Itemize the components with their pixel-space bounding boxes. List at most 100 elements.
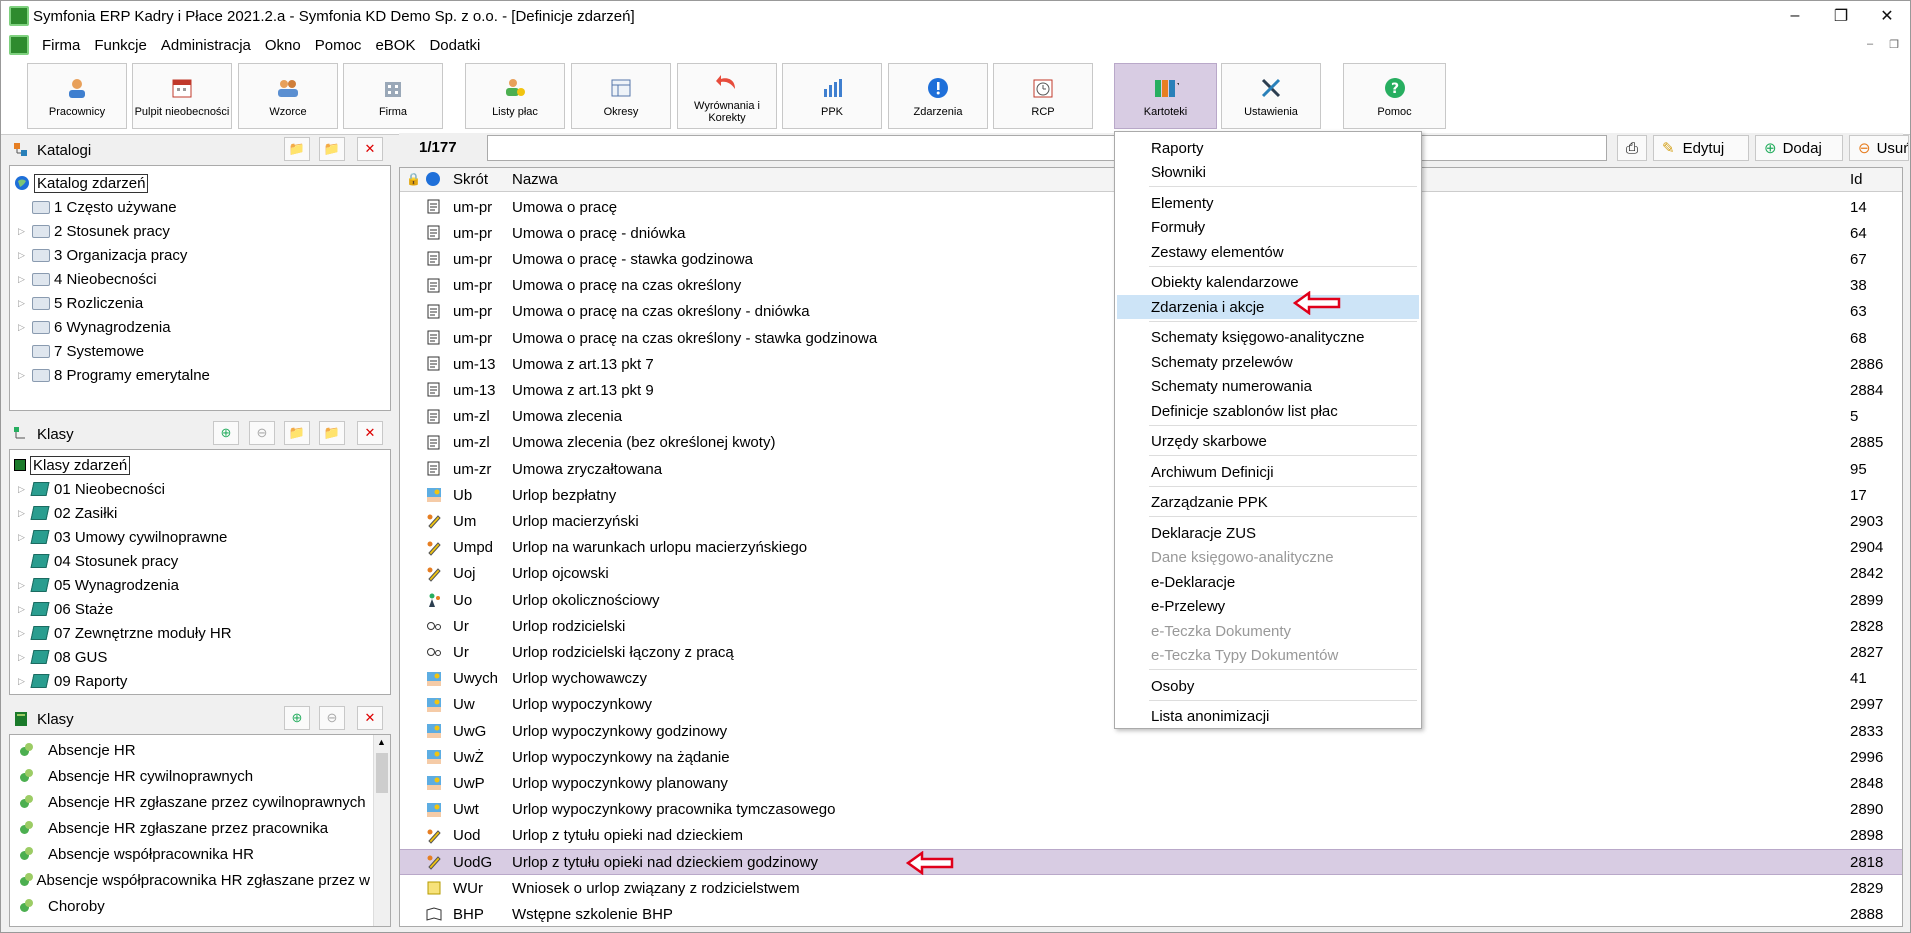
expand-icon[interactable]: ▷ bbox=[18, 580, 28, 591]
expand-icon[interactable]: ▷ bbox=[18, 676, 28, 687]
expand-icon[interactable]: ▷ bbox=[18, 250, 28, 261]
expand-icon[interactable]: ▷ bbox=[18, 532, 28, 543]
mdi-restore-icon[interactable]: ❐ bbox=[1884, 35, 1904, 53]
toolbar-button-wzorce[interactable]: Wzorce bbox=[238, 63, 338, 129]
catalog-item[interactable]: ▷ 4 Nieobecności bbox=[18, 268, 157, 290]
remove-class2-button[interactable]: ⊖ bbox=[319, 706, 345, 730]
dropdown-item[interactable]: Lista anonimizacji bbox=[1117, 705, 1419, 729]
catalog-item[interactable]: ▷ 2 Stosunek pracy bbox=[18, 220, 170, 242]
classes-root[interactable]: Klasy zdarzeń bbox=[14, 454, 131, 476]
catalog-item[interactable]: 7 Systemowe bbox=[18, 340, 144, 362]
dropdown-item[interactable]: e-Przelewy bbox=[1117, 595, 1419, 619]
dropdown-item[interactable]: Słowniki bbox=[1117, 161, 1419, 185]
class-list-item[interactable]: Absencje współpracownika HR zgłaszane pr… bbox=[20, 869, 370, 891]
delete-class2-button[interactable]: ✕ bbox=[357, 706, 383, 730]
expand-icon[interactable]: ▷ bbox=[18, 604, 28, 615]
toolbar-button-pracownicy[interactable]: Pracownicy bbox=[27, 63, 127, 129]
dropdown-item[interactable]: Archiwum Definicji bbox=[1117, 460, 1419, 484]
expand-icon[interactable]: ▷ bbox=[18, 484, 28, 495]
add-class-button[interactable]: ⊕ bbox=[213, 421, 239, 445]
catalog-root[interactable]: Katalog zdarzeń bbox=[14, 172, 149, 194]
minimize-icon[interactable]: – bbox=[1772, 1, 1818, 31]
edit-folder-button[interactable]: 📁 bbox=[319, 137, 345, 161]
expand-icon[interactable]: ▷ bbox=[18, 298, 28, 309]
dropdown-item[interactable]: Obiekty kalendarzowe bbox=[1117, 271, 1419, 295]
search-input[interactable] bbox=[487, 135, 1607, 161]
expand-icon[interactable]: ▷ bbox=[18, 508, 28, 519]
table-row[interactable]: UwŻ Urlop wypoczynkowy na żądanie 2996 bbox=[400, 744, 1902, 770]
edit-class-folder-button[interactable]: 📁 bbox=[319, 421, 345, 445]
menu-pomoc[interactable]: Pomoc bbox=[308, 37, 369, 54]
add-button[interactable]: ⊕ Dodaj bbox=[1755, 135, 1843, 161]
table-row[interactable]: Uod Urlop z tytułu opieki nad dzieckiem 28… bbox=[400, 823, 1902, 849]
scroll-up-icon[interactable]: ▲ bbox=[377, 737, 386, 747]
class-item[interactable]: ▷ 09 Raporty bbox=[18, 670, 127, 692]
dropdown-item[interactable]: Schematy numerowania bbox=[1117, 375, 1419, 399]
table-row[interactable]: BHP Wstępne szkolenie BHP 2888 bbox=[400, 901, 1902, 926]
dropdown-item[interactable]: Urzędy skarbowe bbox=[1117, 430, 1419, 454]
class-list-item[interactable]: Absencje HR cywilnoprawnych bbox=[20, 765, 370, 787]
catalog-item[interactable]: 1 Często używane bbox=[18, 196, 177, 218]
toolbar-button-ppk[interactable]: PPK bbox=[782, 63, 882, 129]
add-class2-button[interactable]: ⊕ bbox=[284, 706, 310, 730]
remove-button[interactable]: ⊖ Usuń bbox=[1849, 135, 1909, 161]
menu-ebok[interactable]: eBOK bbox=[368, 37, 422, 54]
dropdown-item[interactable]: Zarządzanie PPK bbox=[1117, 491, 1419, 515]
add-folder-button[interactable]: 📁 bbox=[284, 137, 310, 161]
table-row[interactable]: UodG Urlop z tytułu opieki nad dzieckiem … bbox=[400, 849, 1902, 875]
dropdown-item[interactable]: Raporty bbox=[1117, 136, 1419, 160]
toolbar-button-wyrownania[interactable]: Wyrównania i Korekty bbox=[677, 63, 777, 129]
dropdown-item[interactable]: Formuły bbox=[1117, 216, 1419, 240]
class-list-item[interactable]: Choroby bbox=[20, 895, 370, 917]
dropdown-item[interactable]: Deklaracje ZUS bbox=[1117, 521, 1419, 545]
dropdown-item[interactable]: Zestawy elementów bbox=[1117, 240, 1419, 264]
dropdown-item[interactable]: e-Deklaracje bbox=[1117, 570, 1419, 594]
dropdown-item[interactable]: Osoby bbox=[1117, 674, 1419, 698]
expand-icon[interactable]: ▷ bbox=[18, 652, 28, 663]
catalog-item[interactable]: ▷ 6 Wynagrodzenia bbox=[18, 316, 171, 338]
delete-class-button[interactable]: ✕ bbox=[357, 421, 383, 445]
list-scrollbar[interactable]: ▲ bbox=[373, 735, 390, 926]
toolbar-button-okresy[interactable]: Okresy bbox=[571, 63, 671, 129]
close-icon[interactable]: ✕ bbox=[1864, 1, 1910, 31]
remove-class-button[interactable]: ⊖ bbox=[249, 421, 275, 445]
catalog-item[interactable]: ▷ 3 Organizacja pracy bbox=[18, 244, 187, 266]
expand-icon[interactable]: ▷ bbox=[18, 226, 28, 237]
toolbar-button-rcp[interactable]: RCP bbox=[993, 63, 1093, 129]
delete-folder-button[interactable]: ✕ bbox=[357, 137, 383, 161]
dropdown-item[interactable]: Schematy przelewów bbox=[1117, 350, 1419, 374]
expand-icon[interactable]: ▷ bbox=[18, 370, 28, 381]
class-item[interactable]: ▷ 02 Zasiłki bbox=[18, 502, 117, 524]
print-button[interactable]: ⎙ bbox=[1617, 135, 1647, 161]
class-item[interactable]: ▷ 05 Wynagrodzenia bbox=[18, 574, 179, 596]
toolbar-button-kartoteki[interactable]: Kartoteki bbox=[1114, 63, 1217, 129]
class-item[interactable]: ▷ 01 Nieobecności bbox=[18, 478, 165, 500]
toolbar-button-firma[interactable]: Firma bbox=[343, 63, 443, 129]
table-row[interactable]: WUr Wniosek o urlop związany z rodziciels… bbox=[400, 875, 1902, 901]
column-header-id[interactable]: Id bbox=[1850, 171, 1863, 188]
toolbar-button-zdarzenia[interactable]: Zdarzenia bbox=[888, 63, 988, 129]
menu-okno[interactable]: Okno bbox=[258, 37, 308, 54]
toolbar-button-pulpit[interactable]: Pulpit nieobecności bbox=[132, 63, 232, 129]
mdi-minimize-icon[interactable]: – bbox=[1860, 35, 1880, 53]
class-item[interactable]: ▷ 03 Umowy cywilnoprawne bbox=[18, 526, 227, 548]
class-item[interactable]: 04 Stosunek pracy bbox=[18, 550, 178, 572]
table-row[interactable]: Uwt Urlop wypoczynkowy pracownika tymczas… bbox=[400, 797, 1902, 823]
class-item[interactable]: ▷ 07 Zewnętrzne moduły HR bbox=[18, 622, 232, 644]
toolbar-button-pomoc[interactable]: ? Pomoc bbox=[1343, 63, 1446, 129]
maximize-icon[interactable]: ❐ bbox=[1818, 1, 1864, 31]
expand-icon[interactable]: ▷ bbox=[18, 322, 28, 333]
column-header-abbr[interactable]: Skrót bbox=[453, 171, 488, 188]
class-item[interactable]: ▷ 06 Staże bbox=[18, 598, 113, 620]
column-header-name[interactable]: Nazwa bbox=[512, 171, 558, 188]
add-class-folder-button[interactable]: 📁 bbox=[284, 421, 310, 445]
catalog-item[interactable]: ▷ 8 Programy emerytalne bbox=[18, 364, 210, 386]
class-list-item[interactable]: Absencje HR zgłaszane przez pracownika bbox=[20, 817, 370, 839]
expand-icon[interactable]: ▷ bbox=[18, 274, 28, 285]
scroll-thumb[interactable] bbox=[376, 753, 388, 793]
dropdown-item[interactable]: Definicje szablonów list płac bbox=[1117, 399, 1419, 423]
class-list-item[interactable]: Absencje HR zgłaszane przez cywilnoprawn… bbox=[20, 791, 370, 813]
menu-firma[interactable]: Firma bbox=[35, 37, 87, 54]
menu-funkcje[interactable]: Funkcje bbox=[87, 37, 154, 54]
table-row[interactable]: UwP Urlop wypoczynkowy planowany 2848 bbox=[400, 770, 1902, 796]
